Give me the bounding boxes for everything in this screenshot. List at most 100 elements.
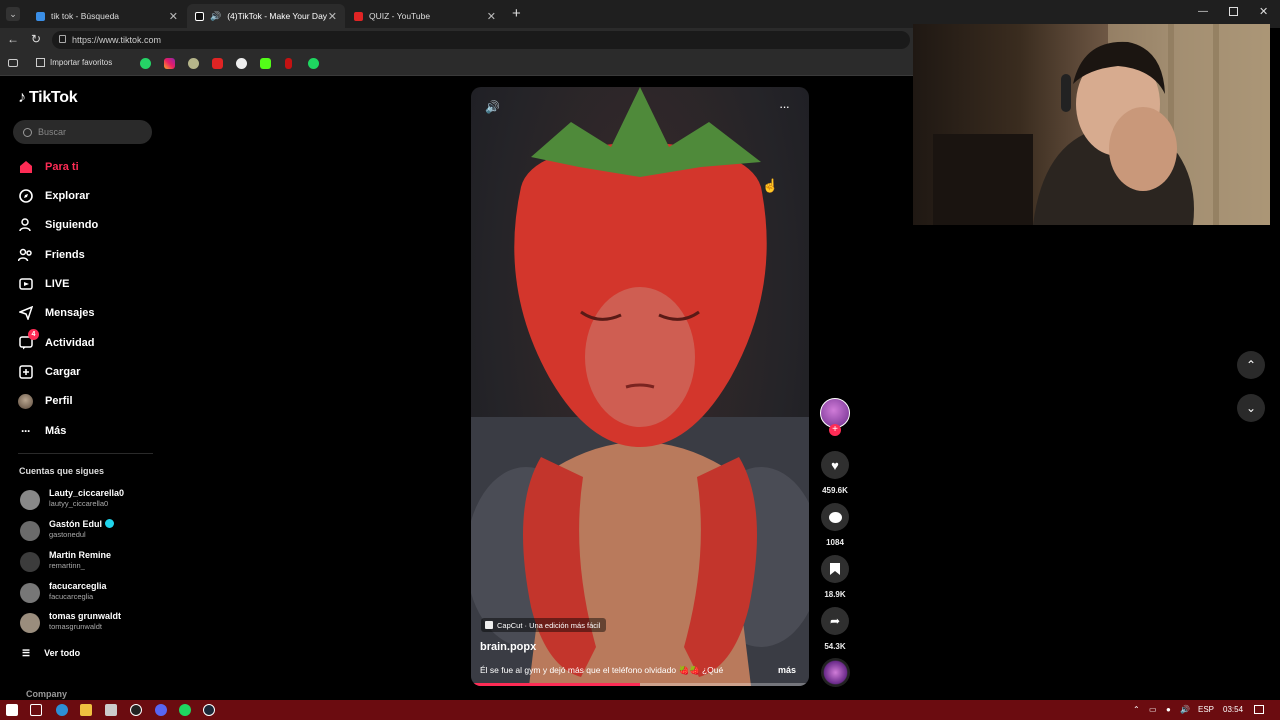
tab-actions-icon[interactable] — [8, 59, 18, 67]
maximize-button[interactable] — [1229, 7, 1238, 16]
close-tab-icon[interactable]: ✕ — [487, 10, 496, 23]
nav-perfil[interactable]: Perfil — [18, 390, 73, 412]
back-arrow-icon[interactable]: ← — [7, 32, 19, 46]
company-link[interactable]: Company — [26, 689, 67, 699]
tab-list-chevron-icon[interactable]: ⌄ — [6, 7, 20, 21]
obs-icon[interactable] — [130, 704, 142, 716]
language-indicator[interactable]: ESP — [1198, 705, 1214, 714]
next-video-button[interactable]: ⌄ — [1237, 394, 1265, 422]
speaker-icon[interactable]: 🔊 — [210, 11, 221, 22]
follow-plus-button[interactable]: + — [829, 424, 841, 436]
spotify-icon[interactable] — [308, 58, 319, 69]
tab-youtube[interactable]: QUIZ - YouTube ✕ — [346, 4, 504, 28]
see-all-link[interactable]: ☰ Ver todo — [22, 648, 80, 659]
new-tab-button[interactable]: + — [512, 5, 521, 22]
search-input[interactable]: Buscar — [13, 120, 152, 144]
discord-icon[interactable] — [155, 704, 167, 716]
kick-icon[interactable] — [260, 58, 271, 69]
url-field[interactable]: https://www.tiktok.com — [52, 31, 910, 49]
tab-label: QUIZ - YouTube — [369, 11, 431, 21]
minimize-button[interactable]: — — [1198, 6, 1208, 17]
reload-icon[interactable]: ↻ — [31, 32, 41, 46]
address-bar: ← ↻ https://www.tiktok.com — [0, 28, 913, 52]
save-count: 18.9K — [824, 590, 846, 599]
steam-icon[interactable] — [203, 704, 215, 716]
more-icon: ··· — [21, 424, 31, 438]
chevron-up-icon: ⌃ — [1245, 358, 1257, 372]
microphone-icon[interactable]: ● — [1166, 705, 1171, 714]
notifications-icon[interactable] — [1254, 705, 1264, 714]
bookmarks-bar: Importar favoritos — [0, 52, 913, 76]
nav-cargar[interactable]: Cargar — [18, 361, 80, 383]
capcut-badge[interactable]: CapCut · Una edición más fácil — [481, 618, 607, 632]
clock[interactable]: 03:54 — [1223, 705, 1243, 714]
tray-chevron-icon[interactable]: ⌃ — [1133, 705, 1140, 714]
previous-video-button[interactable]: ⌃ — [1237, 351, 1265, 379]
save-button[interactable] — [821, 555, 849, 583]
comment-icon — [828, 511, 842, 523]
volume-tray-icon[interactable]: 🔊 — [1180, 705, 1190, 714]
comment-button[interactable] — [821, 503, 849, 531]
nav-mensajes[interactable]: Mensajes — [18, 302, 95, 324]
video-progress-fill — [471, 683, 640, 686]
nav-live[interactable]: LIVE — [18, 273, 69, 295]
upload-icon — [18, 365, 33, 380]
share-button[interactable]: ➦ — [821, 607, 849, 635]
import-favorites-link[interactable]: Importar favoritos — [36, 58, 112, 67]
avatar — [20, 613, 40, 633]
avatar — [20, 552, 40, 572]
bookmark-icon — [830, 563, 840, 575]
close-tab-icon[interactable]: ✕ — [328, 10, 337, 23]
like-button[interactable]: ♥ — [821, 451, 849, 479]
edge-browser-icon[interactable] — [56, 704, 68, 716]
video-player[interactable]: 🔊 ··· CapCut · Una edición más fácil bra… — [471, 87, 809, 686]
caption-more-link[interactable]: más — [778, 665, 796, 675]
file-explorer-icon[interactable] — [80, 704, 92, 716]
capcut-icon — [485, 621, 493, 629]
nav-actividad[interactable]: 4 Actividad — [18, 328, 95, 354]
nav-para-ti[interactable]: Para ti — [18, 156, 79, 178]
strawberry-character-illustration — [471, 87, 809, 686]
bookmark-icon-7[interactable] — [285, 58, 292, 69]
instagram-icon[interactable] — [164, 58, 175, 69]
nav-explorar[interactable]: Explorar — [18, 185, 90, 207]
tab-search[interactable]: tik tok - Búsqueda ✕ — [28, 4, 186, 28]
sound-disc-icon[interactable] — [821, 658, 850, 687]
live-icon — [18, 277, 33, 292]
video-caption: Él se fue al gym y dejó más que el teléf… — [480, 665, 724, 675]
sidebar-divider — [18, 453, 153, 454]
friends-icon — [18, 248, 33, 263]
home-icon — [18, 160, 33, 175]
nav-siguiendo[interactable]: Siguiendo — [18, 214, 98, 236]
windows-start-icon[interactable] — [6, 704, 18, 716]
bookmark-icon-3[interactable] — [188, 58, 199, 69]
tab-label: (4)TikTok - Make Your Day — [227, 11, 328, 21]
more-options-icon[interactable]: ··· — [779, 99, 790, 114]
nav-friends[interactable]: Friends — [18, 244, 85, 266]
tab-tiktok[interactable]: 🔊 (4)TikTok - Make Your Day ✕ — [187, 4, 345, 28]
activity-icon: 4 — [18, 328, 39, 351]
close-window-button[interactable]: ✕ — [1259, 5, 1268, 18]
network-icon[interactable]: ▭ — [1149, 705, 1157, 714]
tiktok-logo[interactable]: ♪ TikTok — [18, 89, 78, 107]
tiktok-icon — [195, 11, 204, 21]
youtube-bookmark-icon[interactable] — [212, 58, 223, 69]
paper-plane-icon — [18, 306, 33, 321]
mouse-pointer-icon: ☝ — [762, 178, 779, 193]
url-text: https://www.tiktok.com — [72, 35, 162, 45]
avatar-icon — [18, 393, 33, 409]
close-tab-icon[interactable]: ✕ — [169, 10, 178, 23]
search-icon — [23, 127, 32, 137]
volume-icon[interactable]: 🔊 — [485, 100, 500, 114]
chatgpt-icon[interactable] — [236, 58, 247, 69]
nav-mas[interactable]: ··· Más — [18, 420, 66, 442]
comment-count: 1084 — [826, 538, 844, 547]
spotify-taskbar-icon[interactable] — [179, 704, 191, 716]
store-icon[interactable] — [105, 704, 117, 716]
video-author[interactable]: brain.popx — [480, 641, 536, 653]
task-view-icon[interactable] — [30, 704, 42, 716]
video-progress-track[interactable] — [471, 683, 809, 686]
whatsapp-icon[interactable] — [140, 58, 151, 69]
tiktok-note-icon: ♪ — [18, 89, 26, 106]
share-arrow-icon: ➦ — [829, 614, 841, 628]
